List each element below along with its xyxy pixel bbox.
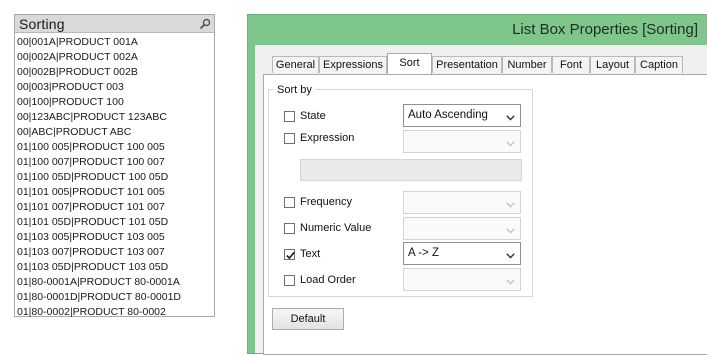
list-item[interactable]: 00|ABC|PRODUCT ABC [15, 125, 214, 140]
list-item[interactable]: 00|003|PRODUCT 003 [15, 80, 214, 95]
list-item[interactable]: 00|001A|PRODUCT 001A [15, 35, 214, 50]
tab-number[interactable]: Number [502, 56, 552, 73]
text-label: Text [300, 248, 321, 260]
list-item[interactable]: 00|002A|PRODUCT 002A [15, 50, 214, 65]
text-select-value: A -> Z [408, 247, 439, 259]
list-item[interactable]: 01|80-0002|PRODUCT 80-0002 [15, 305, 214, 320]
list-item[interactable]: 00|123ABC|PRODUCT 123ABC [15, 110, 214, 125]
chevron-down-icon [506, 138, 515, 150]
list-item[interactable]: 01|103 05D|PRODUCT 103 05D [15, 260, 214, 275]
dialog-title: List Box Properties [Sorting] [512, 21, 698, 38]
list-item[interactable]: 01|101 007|PRODUCT 101 007 [15, 200, 214, 215]
state-select-value: Auto Ascending [408, 109, 488, 121]
list-item[interactable]: 01|103 005|PRODUCT 103 005 [15, 230, 214, 245]
expression-label: Expression [300, 132, 355, 144]
chevron-down-icon [506, 112, 515, 124]
list-item[interactable]: 01|80-0001D|PRODUCT 80-0001D [15, 290, 214, 305]
load-order-checkbox[interactable] [284, 275, 295, 286]
expression-select[interactable] [403, 130, 521, 153]
list-item[interactable]: 00|002B|PRODUCT 002B [15, 65, 214, 80]
numeric-value-select[interactable] [403, 217, 521, 240]
frequency-select[interactable] [403, 191, 521, 214]
tab-font[interactable]: Font [552, 56, 590, 73]
frequency-label: Frequency [300, 196, 352, 208]
list-item[interactable]: 01|80-0001A|PRODUCT 80-0001A [15, 275, 214, 290]
tab-general[interactable]: General [272, 56, 319, 73]
default-button[interactable]: Default [272, 308, 344, 330]
checkmark-icon [286, 251, 295, 260]
load-order-label: Load Order [300, 274, 356, 286]
list-item[interactable]: 00|100|PRODUCT 100 [15, 95, 214, 110]
chevron-down-icon [506, 250, 515, 262]
tab-sort[interactable]: Sort [387, 53, 432, 74]
list-item[interactable]: 01|103 007|PRODUCT 103 007 [15, 245, 214, 260]
tab-expressions[interactable]: Expressions [319, 56, 387, 73]
state-label: State [300, 110, 326, 122]
listbox-items: 00|001A|PRODUCT 001A 00|002A|PRODUCT 002… [15, 33, 214, 320]
state-select[interactable]: Auto Ascending [403, 104, 521, 127]
text-checkbox[interactable] [284, 249, 295, 260]
sort-by-title: Sort by [274, 84, 315, 96]
state-checkbox[interactable] [284, 111, 295, 122]
chevron-down-icon [506, 225, 515, 237]
load-order-select[interactable] [403, 268, 521, 291]
numeric-value-checkbox[interactable] [284, 223, 295, 234]
tab-caption[interactable]: Caption [635, 56, 683, 73]
list-item[interactable]: 01|100 05D|PRODUCT 100 05D [15, 170, 214, 185]
listbox-title: Sorting [19, 16, 65, 32]
search-icon[interactable] [199, 18, 211, 30]
tab-presentation[interactable]: Presentation [432, 56, 502, 73]
list-item[interactable]: 01|100 007|PRODUCT 100 007 [15, 155, 214, 170]
expression-edit-box[interactable] [300, 159, 522, 181]
text-select[interactable]: A -> Z [403, 242, 521, 265]
chevron-down-icon [506, 276, 515, 288]
tab-layout[interactable]: Layout [590, 56, 635, 73]
listbox-sorting[interactable]: Sorting 00|001A|PRODUCT 001A 00|002A|PRO… [14, 14, 215, 320]
list-item[interactable]: 01|101 05D|PRODUCT 101 05D [15, 215, 214, 230]
numeric-value-label: Numeric Value [300, 222, 372, 234]
listbox-caption[interactable]: Sorting [15, 15, 214, 33]
chevron-down-icon [506, 199, 515, 211]
list-box-properties-dialog: List Box Properties [Sorting] General Ex… [247, 14, 707, 355]
list-item[interactable]: 01|100 005|PRODUCT 100 005 [15, 140, 214, 155]
expression-checkbox[interactable] [284, 133, 295, 144]
dialog-body: General Expressions Sort Presentation Nu… [255, 45, 707, 355]
list-item[interactable]: 01|101 005|PRODUCT 101 005 [15, 185, 214, 200]
frequency-checkbox[interactable] [284, 197, 295, 208]
